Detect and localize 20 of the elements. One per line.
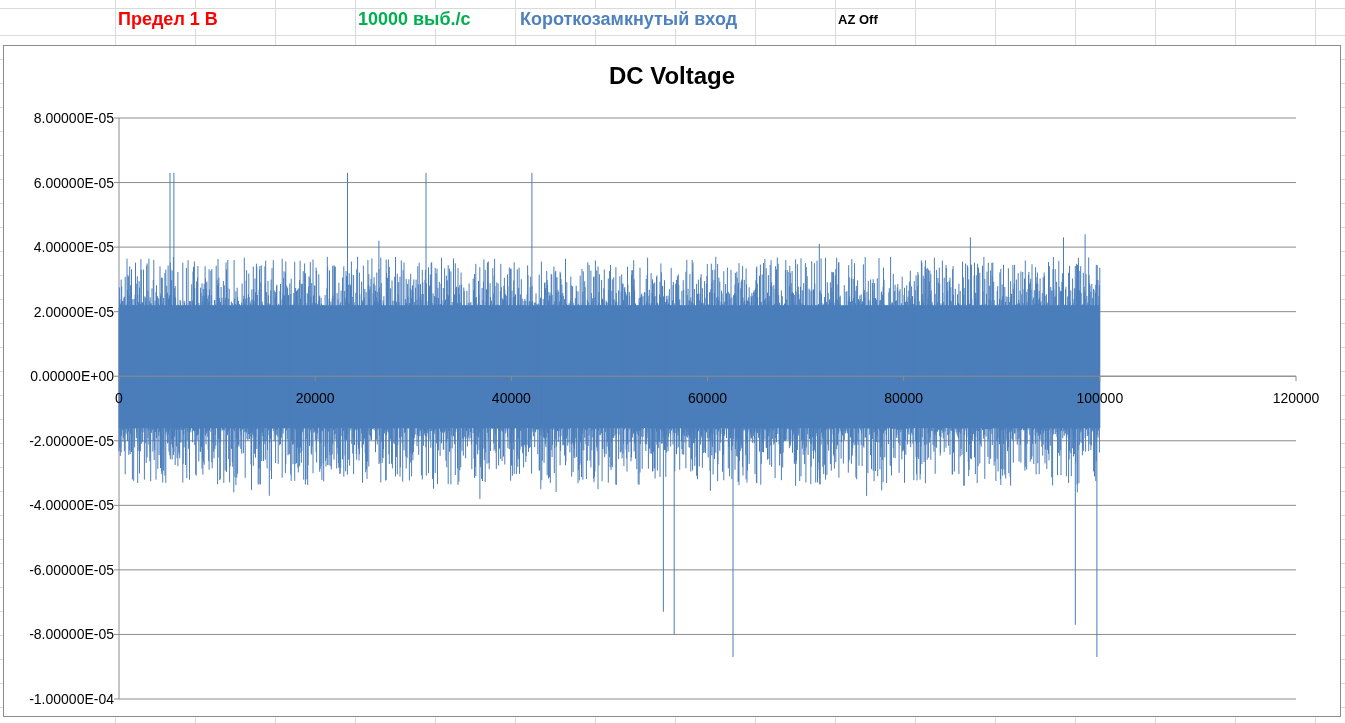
x-axis-label: 60000 — [688, 390, 727, 407]
y-axis-label: -6.00000E-05 — [29, 561, 114, 578]
x-axis-label: 120000 — [1272, 390, 1320, 407]
note-label: AZ Off — [838, 12, 878, 27]
y-axis-label: -2.00000E-05 — [29, 432, 114, 449]
y-axis-label: 0.00000E+00 — [30, 368, 114, 385]
heading-label: Предел 1 В — [118, 8, 218, 29]
heading-label: 10000 выб./с — [358, 8, 471, 29]
y-axis-label: -8.00000E-05 — [29, 626, 114, 643]
y-axis-label: 4.00000E-05 — [33, 239, 114, 256]
y-axis-label: 8.00000E-05 — [33, 110, 114, 126]
y-axis-label: -4.00000E-05 — [29, 497, 114, 514]
heading-label: Короткозамкнутый вход — [520, 8, 738, 29]
x-axis-label: 40000 — [491, 390, 531, 407]
x-axis-label: 80000 — [884, 390, 924, 407]
x-axis-label: 20000 — [295, 390, 335, 407]
y-axis-label: 6.00000E-05 — [33, 174, 114, 191]
chart-title: DC Voltage — [608, 62, 736, 91]
y-axis-label: 2.00000E-05 — [33, 303, 114, 320]
y-axis-label: -1.00000E-04 — [29, 691, 114, 707]
